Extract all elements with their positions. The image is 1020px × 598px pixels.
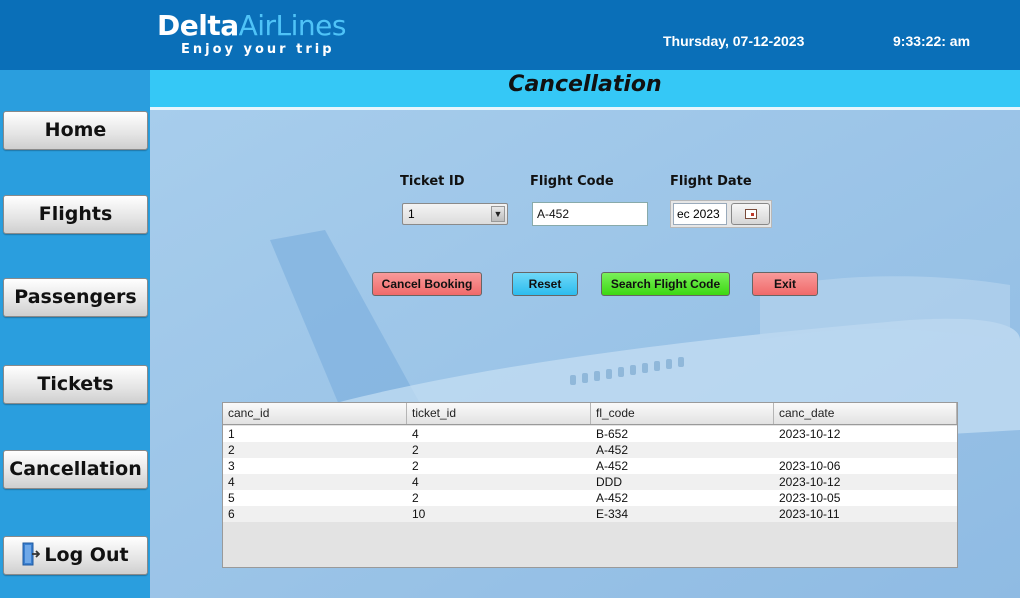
- page-title: Cancellation: [508, 72, 662, 97]
- table-cell: 2: [228, 443, 235, 457]
- table-cell: [774, 442, 779, 458]
- table-cell: A-452: [596, 459, 629, 473]
- table-cell: 5: [228, 491, 235, 505]
- table-cell: 3: [228, 459, 235, 473]
- ticket-id-value: 1: [408, 207, 415, 221]
- table-cell: 4: [412, 475, 419, 489]
- sidebar-item-home[interactable]: Home: [3, 111, 148, 150]
- table-row[interactable]: 4 4 DDD 2023-10-12: [223, 474, 957, 490]
- exit-button[interactable]: Exit: [752, 272, 818, 296]
- logo-tagline: Enjoy your trip: [181, 42, 335, 57]
- logo-text-secondary: AirLines: [238, 9, 347, 42]
- table-cell: 2: [412, 459, 419, 473]
- table-row[interactable]: 6 10 E-334 2023-10-11: [223, 506, 957, 522]
- main-panel: Cancellation Ticket ID Flight Code Fligh…: [150, 70, 1020, 598]
- table-cell: E-334: [596, 507, 629, 521]
- table-cell: 10: [412, 507, 426, 521]
- table-cell: 2023-10-11: [779, 507, 840, 521]
- ticket-id-label: Ticket ID: [400, 174, 465, 189]
- sidebar-item-logout-label: Log Out: [44, 544, 129, 566]
- sidebar: Home Flights Passengers Tickets Cancella…: [0, 70, 150, 598]
- airline-logo: DeltaAirLines Enjoy your trip: [157, 9, 347, 58]
- table-row[interactable]: 2 2 A-452: [223, 442, 957, 458]
- sidebar-item-passengers[interactable]: Passengers: [3, 278, 148, 317]
- chevron-down-icon[interactable]: ▼: [491, 206, 505, 222]
- table-row[interactable]: 1 4 B-652 2023-10-12: [223, 426, 957, 442]
- top-bar: DeltaAirLines Enjoy your trip Thursday, …: [0, 0, 1020, 70]
- table-cell: 2023-10-06: [779, 459, 841, 473]
- table-row[interactable]: 5 2 A-452 2023-10-05: [223, 490, 957, 506]
- sidebar-item-cancellation[interactable]: Cancellation: [3, 450, 148, 489]
- table-cell: A-452: [596, 491, 629, 505]
- table-cell: 2: [412, 443, 419, 457]
- flight-date-label: Flight Date: [670, 174, 752, 189]
- calendar-icon: [745, 209, 757, 219]
- flight-code-input[interactable]: A-452: [532, 202, 648, 226]
- table-cell: 2023-10-05: [779, 491, 841, 505]
- table-header: canc_id ticket_id fl_code canc_date: [223, 403, 957, 425]
- current-date: Thursday, 07-12-2023: [663, 33, 805, 49]
- table-cell: DDD: [596, 475, 622, 489]
- column-header-ticket-id[interactable]: ticket_id: [407, 403, 591, 424]
- table-cell: 1: [228, 427, 235, 441]
- sidebar-item-flights[interactable]: Flights: [3, 195, 148, 234]
- column-header-canc-date[interactable]: canc_date: [774, 403, 957, 424]
- cancel-booking-button[interactable]: Cancel Booking: [372, 272, 482, 296]
- table-cell: 2023-10-12: [779, 427, 841, 441]
- ticket-id-select[interactable]: 1 ▼: [402, 203, 508, 225]
- flight-date-input[interactable]: ec 2023: [673, 203, 727, 225]
- table-cell: 2023-10-12: [779, 475, 841, 489]
- column-header-fl-code[interactable]: fl_code: [591, 403, 774, 424]
- flight-code-label: Flight Code: [530, 174, 614, 189]
- table-cell: 2: [412, 491, 419, 505]
- sidebar-item-tickets[interactable]: Tickets: [3, 365, 148, 404]
- table-row[interactable]: 3 2 A-452 2023-10-06: [223, 458, 957, 474]
- page-header: Cancellation: [150, 70, 1020, 110]
- table-cell: A-452: [596, 443, 629, 457]
- exit-door-icon: [22, 542, 41, 566]
- calendar-button[interactable]: [731, 203, 770, 225]
- logo-text-primary: Delta: [157, 9, 239, 42]
- sidebar-item-logout[interactable]: Log Out: [3, 536, 148, 575]
- table-cell: 4: [228, 475, 235, 489]
- current-time: 9:33:22: am: [893, 33, 971, 49]
- table-cell: 6: [228, 507, 235, 521]
- table-cell: B-652: [596, 427, 629, 441]
- cancellation-table[interactable]: canc_id ticket_id fl_code canc_date 1 4 …: [222, 402, 958, 568]
- reset-button[interactable]: Reset: [512, 272, 578, 296]
- column-header-canc-id[interactable]: canc_id: [223, 403, 407, 424]
- flight-date-picker: ec 2023: [670, 200, 772, 228]
- search-flight-code-button[interactable]: Search Flight Code: [601, 272, 730, 296]
- table-cell: 4: [412, 427, 419, 441]
